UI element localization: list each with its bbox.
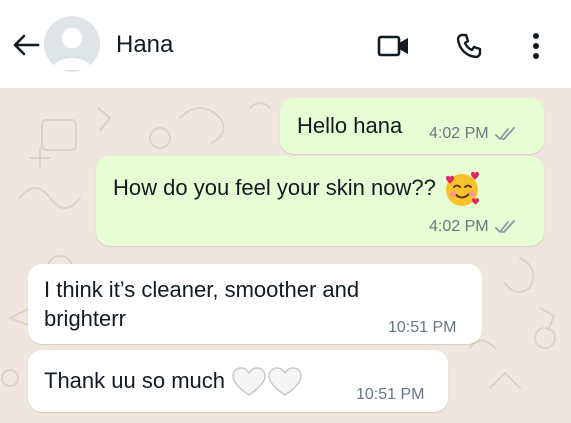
message-meta: 4:02 PM (429, 125, 517, 143)
message-time: 10:51 PM (388, 319, 457, 336)
chat-header: Hana (0, 0, 571, 88)
message-bubble-outgoing[interactable]: How do you feel your skin now?? 4:02 PM (96, 156, 544, 246)
contact-name[interactable]: Hana (116, 31, 173, 59)
back-button[interactable] (10, 30, 42, 60)
message-text: How do you feel your skin now?? (113, 170, 482, 208)
message-bubble-incoming[interactable]: Thank uu so much 10:51 PM (28, 350, 448, 412)
message-text-line: brighterr (44, 306, 126, 331)
read-ticks-icon (494, 127, 515, 140)
video-call-button[interactable] (374, 26, 414, 66)
message-time: 4:02 PM (429, 125, 489, 142)
more-options-icon (533, 33, 539, 59)
voice-call-button[interactable] (449, 26, 489, 66)
message-text: Hello hana (297, 113, 403, 138)
voice-call-icon (456, 33, 482, 59)
message-time: 10:51 PM (356, 386, 425, 403)
message-text-content: How do you feel your skin now?? (113, 174, 436, 200)
white-heart-emoji (268, 367, 302, 397)
message-meta: 4:02 PM (429, 218, 517, 236)
video-call-icon (377, 35, 408, 57)
more-options-button[interactable] (516, 26, 556, 66)
white-heart-emoji (232, 367, 266, 397)
avatar-placeholder-icon (52, 28, 92, 70)
chat-area[interactable]: Hello hana 4:02 PM How do you feel your … (0, 88, 571, 423)
back-arrow-icon (13, 34, 40, 56)
message-text-line: I think it’s cleaner, smoother and (44, 277, 360, 302)
avatar[interactable] (44, 16, 100, 72)
read-ticks-icon (494, 220, 515, 233)
message-time: 4:02 PM (429, 218, 489, 235)
message-text-content: Thank uu so much (44, 368, 225, 393)
message-bubble-incoming[interactable]: I think it’s cleaner, smoother and brigh… (28, 264, 482, 344)
message-text: Thank uu so much (44, 366, 303, 397)
message-bubble-outgoing[interactable]: Hello hana 4:02 PM (280, 98, 544, 154)
smiling-face-with-hearts-emoji (445, 171, 479, 206)
